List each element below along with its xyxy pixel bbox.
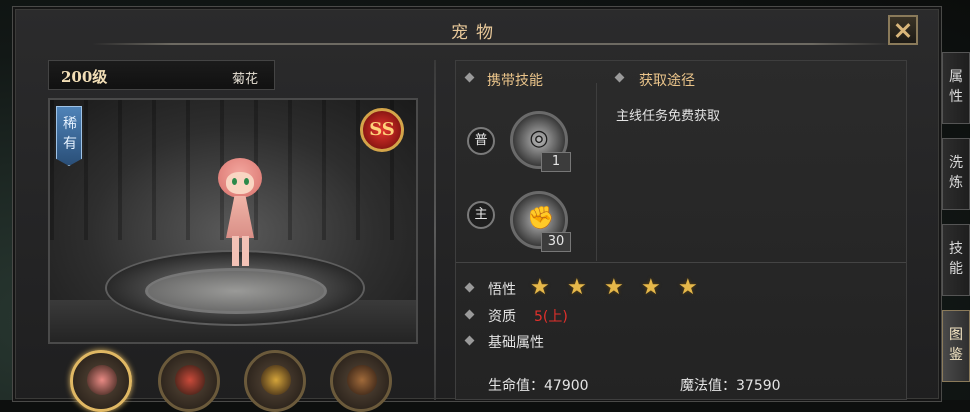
star-icon: ★ [678,275,698,300]
pet-thumb-portrait [261,365,291,395]
tab-refine[interactable]: 洗炼 [942,138,970,210]
bullet-diamond-icon [464,282,475,293]
tab-label: 图鉴 [949,327,963,363]
stage-platform-inner [145,268,327,314]
skill-level: 1 [541,152,571,172]
bullet-diamond-icon [464,335,475,346]
source-text: 主线任务免费获取 [616,109,721,124]
rarity-char-1: 稀 [63,116,77,132]
skill-list: 普 ◎ 1 主 ✊ 30 [456,83,597,261]
star-icon: ★ [641,275,661,300]
star-icon: ★ [604,275,624,300]
spiral-icon: ◎ [529,126,549,151]
quality-label: 资质 [488,309,516,325]
section-divider [456,262,906,263]
skill-slot-normal[interactable]: ◎ 1 [510,111,571,172]
pet-thumb-pink-flower[interactable] [70,350,132,412]
pet-body [226,196,254,238]
pet-face [226,172,254,194]
window-title: 宠物 [451,23,501,43]
pet-model[interactable] [210,158,270,268]
pet-eye [232,178,237,185]
bullet-diamond-icon [464,309,475,320]
pet-thumb-witch[interactable] [330,350,392,412]
aptitude-row: 悟性 ★ ★ ★ ★ ★ [464,275,766,300]
side-tabs: 属性 洗炼 技能 图鉴 [942,0,970,400]
base-attr-row: 基础属性 [464,330,766,352]
skill-level: 30 [541,232,571,252]
pet-leg [242,236,249,266]
pet-detail-panel: 携带技能 获取途径 普 ◎ 1 主 ✊ 30 主线任务免费获取 悟性 ★ ★ ★ ★ ★… [455,60,907,400]
skill-type-tag: 普 [467,127,495,155]
star-icon: ★ [567,275,587,300]
mp-stat: 魔法值：37590 [680,378,781,394]
pet-info-bar: 200级 菊花 [48,60,275,90]
grade-ss-badge: SS [360,108,404,152]
skill-slot-main[interactable]: ✊ 30 [510,191,571,252]
pet-name: 菊花 [232,72,259,87]
quality-value: 5(上) [534,309,568,325]
tab-skills[interactable]: 技能 [942,224,970,296]
source-header: 获取途径 [639,73,695,89]
pet-leg [232,236,239,266]
hp-stat: 生命值：47900 [488,378,589,394]
tab-encyclopedia[interactable]: 图鉴 [942,310,970,382]
quality-row: 资质 5(上) [464,304,766,326]
panel-divider [434,60,436,400]
pet-level: 200级 [61,68,108,86]
fist-icon: ✊ [527,206,555,231]
pet-thumb-portrait [175,365,205,395]
skill-type-tag: 主 [467,201,495,229]
title-bar: 宠物 [12,6,940,50]
pet-eye [244,178,249,185]
tab-attributes[interactable]: 属性 [942,52,970,124]
tab-label: 洗炼 [949,155,963,191]
rarity-badge: 稀 有 [56,106,82,166]
rarity-char-2: 有 [63,136,77,152]
star-icon: ★ [530,275,550,300]
tab-label: 技能 [949,241,963,277]
pet-thumbnail-list [48,350,428,412]
aptitude-label: 悟性 [488,282,516,298]
tab-label: 属性 [949,69,963,105]
pet-thumb-portrait [347,365,377,395]
close-button[interactable] [888,15,918,45]
bullet-diamond-icon [464,72,475,83]
bullet-diamond-icon [614,72,625,83]
pet-thumb-pharaoh[interactable] [244,350,306,412]
pet-thumb-clown[interactable] [158,350,220,412]
title-ornament [92,43,892,45]
base-attr-label: 基础属性 [488,335,544,351]
pet-thumb-portrait [87,365,117,395]
